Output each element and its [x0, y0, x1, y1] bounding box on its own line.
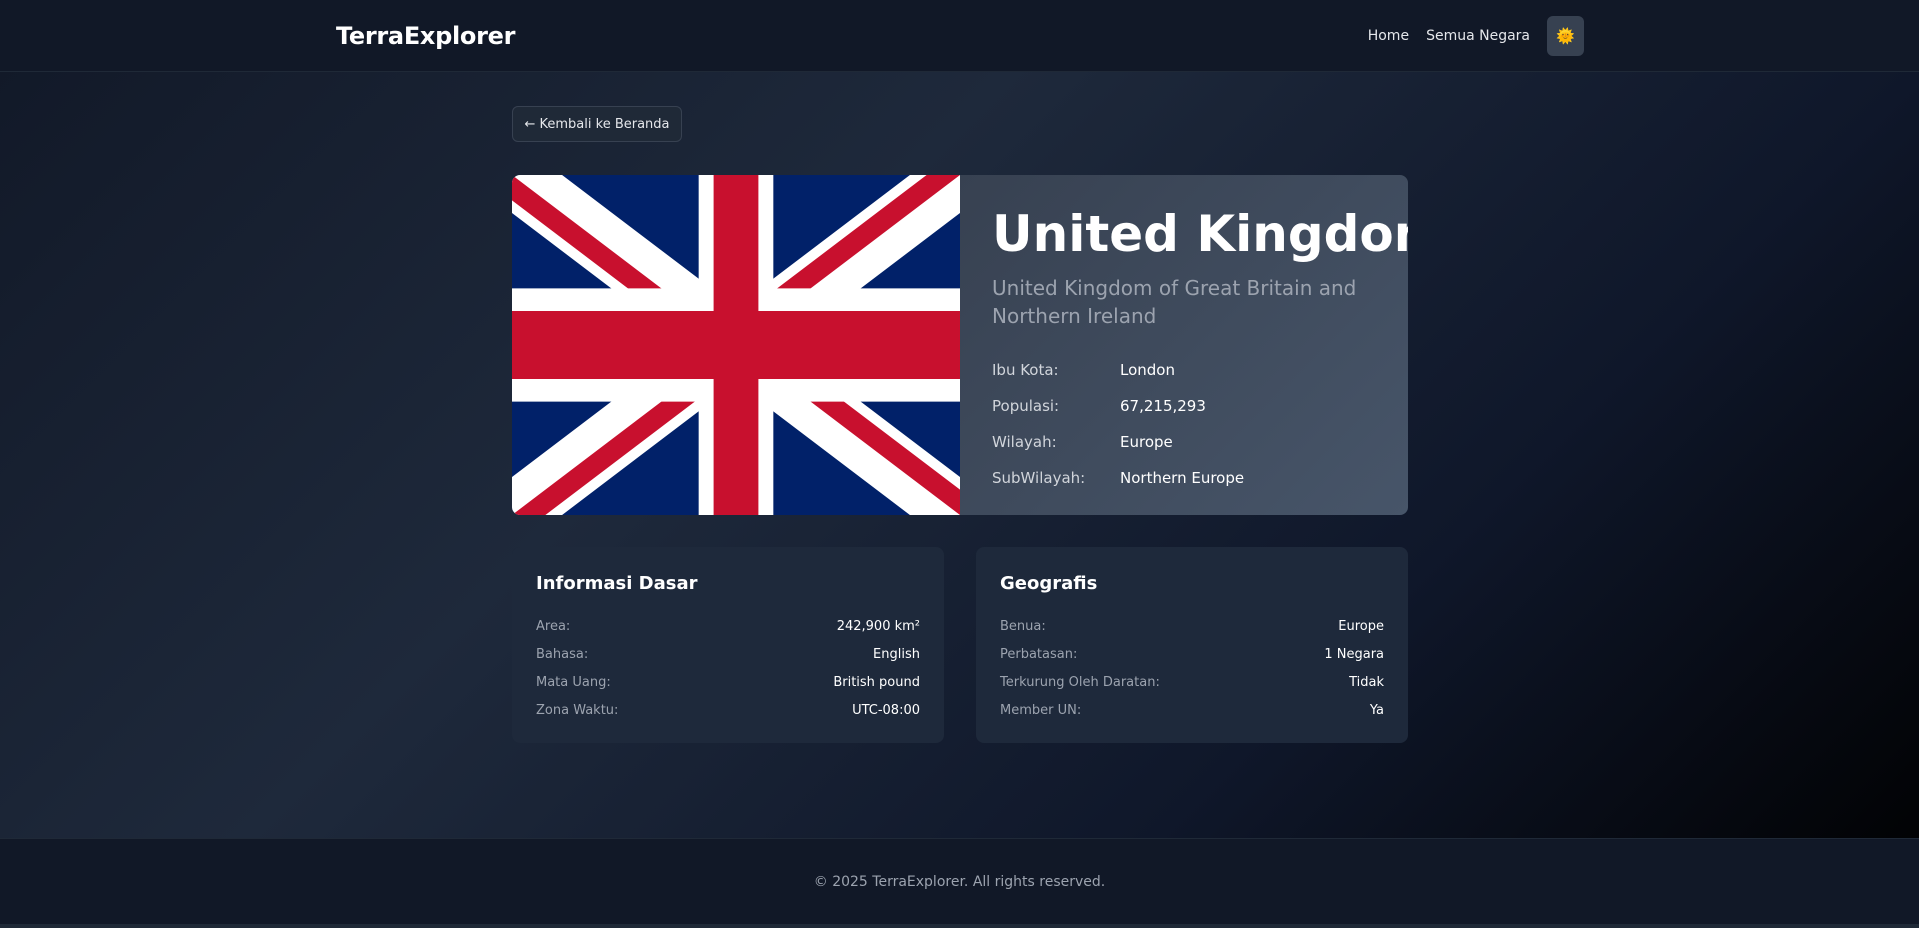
- info-value: English: [873, 646, 920, 662]
- country-hero-card: United Kingdom United Kingdom of Great B…: [512, 175, 1408, 515]
- nav-link-home[interactable]: Home: [1368, 28, 1409, 44]
- info-value: UTC-08:00: [852, 702, 920, 718]
- stat-row-population: Populasi: 67,215,293: [992, 388, 1376, 424]
- stat-row-region: Wilayah: Europe: [992, 424, 1376, 460]
- page-footer: © 2025 TerraExplorer. All rights reserve…: [0, 838, 1919, 924]
- stat-row-subregion: SubWilayah: Northern Europe: [992, 460, 1376, 496]
- stat-label: Ibu Kota:: [992, 361, 1059, 379]
- info-value: British pound: [833, 674, 920, 690]
- geography-card: Geografis Benua: Europe Perbatasan: 1 Ne…: [976, 547, 1408, 743]
- card-title: Informasi Dasar: [536, 573, 698, 594]
- union-jack-flag: [512, 175, 960, 515]
- basic-info-card: Informasi Dasar Area: 242,900 km² Bahasa…: [512, 547, 944, 743]
- geo-label: Perbatasan:: [1000, 646, 1078, 662]
- info-label: Bahasa:: [536, 646, 589, 662]
- info-row-currency: Mata Uang: British pound: [536, 668, 920, 696]
- geo-value: Europe: [1338, 618, 1384, 634]
- stat-label: SubWilayah:: [992, 469, 1086, 487]
- geo-row-continent: Benua: Europe: [1000, 612, 1384, 640]
- stat-label: Populasi:: [992, 397, 1060, 415]
- info-value: 242,900 km²: [836, 618, 920, 634]
- info-row-timezone: Zona Waktu: UTC-08:00: [536, 696, 920, 724]
- geo-value: 1 Negara: [1324, 646, 1384, 662]
- back-to-home-button[interactable]: ← Kembali ke Beranda: [512, 106, 682, 142]
- sun-icon: 🌞: [1556, 27, 1575, 45]
- info-row-area: Area: 242,900 km²: [536, 612, 920, 640]
- stat-value: London: [1120, 361, 1175, 379]
- geo-value: Ya: [1369, 702, 1384, 718]
- geo-row-un-member: Member UN: Ya: [1000, 696, 1384, 724]
- brand-logo[interactable]: TerraExplorer: [336, 22, 515, 50]
- bottom-strip: [0, 924, 1919, 928]
- info-row-language: Bahasa: English: [536, 640, 920, 668]
- main-nav: Home Semua Negara 🌞: [1368, 16, 1584, 56]
- stat-label: Wilayah:: [992, 433, 1057, 451]
- top-nav-bar: TerraExplorer Home Semua Negara 🌞: [0, 0, 1919, 72]
- geo-label: Terkurung Oleh Daratan:: [1000, 674, 1160, 690]
- stat-row-capital: Ibu Kota: London: [992, 352, 1376, 388]
- card-title: Geografis: [1000, 573, 1098, 594]
- info-label: Area:: [536, 618, 571, 634]
- stat-value: Northern Europe: [1120, 469, 1245, 487]
- geo-row-landlocked: Terkurung Oleh Daratan: Tidak: [1000, 668, 1384, 696]
- geo-label: Benua:: [1000, 618, 1046, 634]
- geo-value: Tidak: [1349, 674, 1384, 690]
- stat-value: Europe: [1120, 433, 1173, 451]
- nav-link-all-countries[interactable]: Semua Negara: [1426, 28, 1530, 44]
- country-name: United Kingdom: [992, 205, 1408, 263]
- geo-row-borders: Perbatasan: 1 Negara: [1000, 640, 1384, 668]
- geo-label: Member UN:: [1000, 702, 1082, 718]
- copyright-text: © 2025 TerraExplorer. All rights reserve…: [813, 873, 1106, 890]
- country-summary: United Kingdom United Kingdom of Great B…: [960, 175, 1408, 515]
- theme-toggle-button[interactable]: 🌞: [1547, 16, 1584, 56]
- info-label: Zona Waktu:: [536, 702, 619, 718]
- official-name: United Kingdom of Great Britain and Nort…: [992, 276, 1357, 328]
- stat-value: 67,215,293: [1120, 397, 1206, 415]
- info-label: Mata Uang:: [536, 674, 611, 690]
